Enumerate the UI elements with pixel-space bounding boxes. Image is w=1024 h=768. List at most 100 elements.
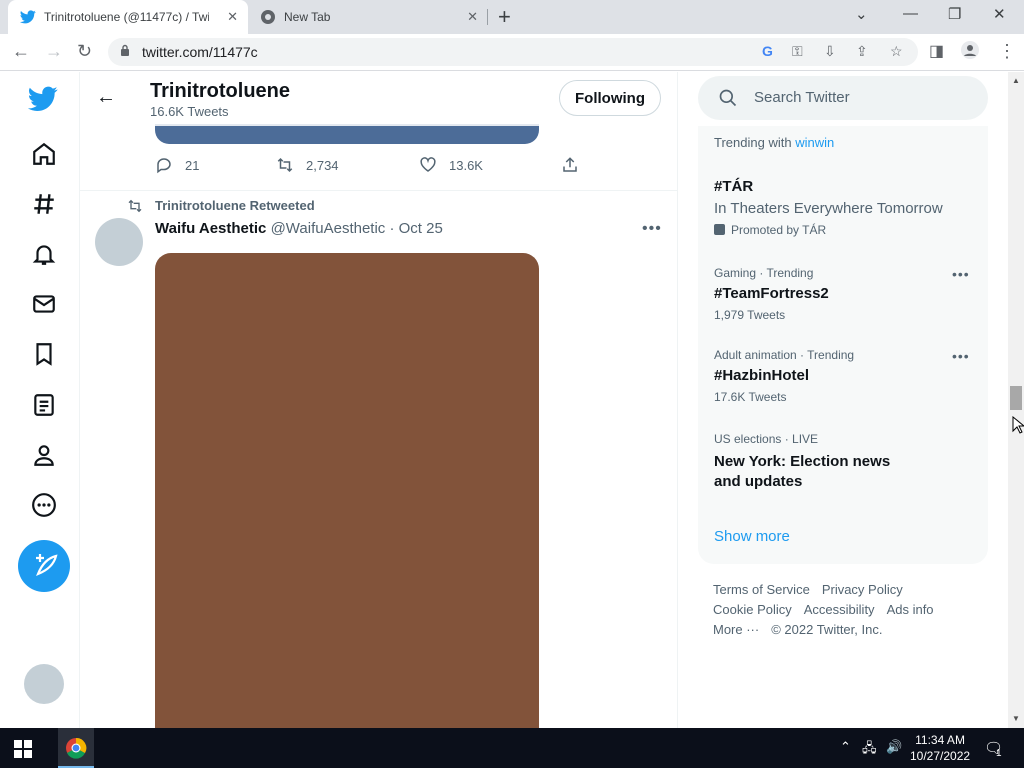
- tab-strip: Trinitrotoluene (@11477c) / Twitter ✕ Ne…: [0, 0, 1024, 34]
- more-circle-icon[interactable]: [31, 492, 57, 518]
- volume-icon[interactable]: 🔊: [886, 739, 902, 755]
- trends-panel: Trending with winwin #TÁR In Theaters Ev…: [698, 126, 988, 564]
- forward-icon[interactable]: →: [45, 41, 63, 62]
- footer-link[interactable]: Privacy Policy: [822, 582, 903, 597]
- tab-search-chevron-icon[interactable]: ⌄: [855, 5, 868, 23]
- messages-envelope-icon[interactable]: [31, 291, 57, 317]
- scrollbar-thumb[interactable]: [1010, 386, 1022, 410]
- retweet-count: 2,734: [306, 157, 339, 173]
- explore-hashtag-icon[interactable]: [31, 191, 57, 217]
- trend-title[interactable]: New York: Election news and updates: [714, 452, 904, 492]
- menu-kebab-icon[interactable]: ⋮: [998, 41, 1016, 62]
- url-text: twitter.com/11477c: [142, 44, 258, 60]
- retweet-action[interactable]: 2,734: [276, 156, 339, 174]
- tweet-media[interactable]: [155, 253, 539, 728]
- account-avatar[interactable]: [24, 664, 64, 704]
- trend-more-icon[interactable]: •••: [952, 348, 970, 364]
- author-avatar[interactable]: [95, 218, 143, 266]
- share-icon[interactable]: ⇪: [856, 43, 868, 60]
- trend-title[interactable]: #HazbinHotel: [714, 366, 809, 386]
- back-icon[interactable]: ←: [12, 41, 30, 62]
- tweet-more-icon[interactable]: •••: [642, 220, 662, 238]
- windows-taskbar: ⌃ 🖧 🔊 11:34 AM 10/27/2022 🗨 1: [0, 728, 1024, 768]
- tab-new-tab[interactable]: New Tab ✕: [250, 0, 488, 34]
- trend-tweet-count: 17.6K Tweets: [714, 390, 787, 404]
- share-action[interactable]: [561, 156, 591, 174]
- reply-icon: [157, 158, 171, 174]
- system-clock[interactable]: 11:34 AM 10/27/2022: [910, 732, 970, 764]
- scroll-down-icon[interactable]: ▼: [1012, 714, 1020, 723]
- trend-context: Trending with winwin: [714, 135, 834, 150]
- heart-icon: [420, 157, 436, 172]
- footer-link[interactable]: Ads info: [887, 602, 934, 617]
- previous-tweet-media[interactable]: [155, 124, 539, 144]
- feather-plus-icon: [36, 554, 58, 576]
- footer-more-link[interactable]: More ···: [713, 622, 759, 637]
- install-icon[interactable]: ⇩: [824, 43, 836, 60]
- tab-title: New Tab: [284, 10, 331, 24]
- tray-chevron-icon[interactable]: ⌃: [840, 739, 851, 755]
- trending-with-label: Trending with: [714, 135, 792, 150]
- show-more-link[interactable]: Show more: [714, 528, 790, 545]
- close-tab-icon[interactable]: ✕: [227, 9, 238, 25]
- close-tab-icon[interactable]: ✕: [467, 9, 478, 25]
- mouse-cursor-icon: [1012, 416, 1024, 434]
- chrome-icon: [261, 10, 275, 24]
- chrome-taskbar-button[interactable]: [58, 728, 94, 768]
- trend-title[interactable]: #TeamFortress2: [714, 284, 829, 304]
- author-name[interactable]: Waifu Aesthetic: [155, 220, 266, 237]
- notification-count: 1: [996, 748, 1002, 759]
- tab-twitter[interactable]: Trinitrotoluene (@11477c) / Twitter ✕: [8, 0, 248, 34]
- close-window-icon[interactable]: ✕: [993, 5, 1006, 23]
- reply-action[interactable]: 21: [155, 156, 199, 174]
- search-icon: [719, 89, 737, 107]
- retweet-icon: [277, 157, 293, 173]
- search-box[interactable]: Search Twitter: [698, 76, 988, 120]
- page-scrollbar[interactable]: ▲ ▼: [1008, 72, 1024, 728]
- network-icon[interactable]: 🖧: [862, 739, 877, 761]
- key-icon[interactable]: ⚿: [792, 43, 803, 60]
- home-icon[interactable]: [31, 141, 57, 167]
- footer-link[interactable]: Accessibility: [804, 602, 875, 617]
- new-tab-icon[interactable]: +: [498, 4, 511, 30]
- notifications-bell-icon[interactable]: [31, 241, 57, 267]
- author-handle[interactable]: @WaifuAesthetic: [271, 220, 386, 237]
- google-lens-icon[interactable]: G: [762, 43, 773, 59]
- windows-start-icon[interactable]: [14, 740, 32, 758]
- footer-link[interactable]: Cookie Policy: [713, 602, 792, 617]
- trending-with-link[interactable]: winwin: [795, 135, 834, 150]
- tweet-date[interactable]: · Oct 25: [389, 220, 442, 237]
- reply-count: 21: [185, 157, 200, 173]
- copyright-text: © 2022 Twitter, Inc.: [771, 622, 883, 637]
- side-panel-icon[interactable]: ◨: [929, 41, 944, 61]
- browser-toolbar: ← → ↻ twitter.com/11477c G ⚿ ⇩ ⇪ ☆ ◨ ⋮: [0, 34, 1024, 71]
- profile-person-icon[interactable]: [31, 442, 57, 468]
- restore-icon[interactable]: ❐: [948, 5, 961, 23]
- main-timeline: ← Trinitrotoluene 16.6K Tweets Following…: [80, 72, 678, 728]
- profile-icon[interactable]: [960, 40, 980, 65]
- minimize-icon[interactable]: —: [903, 5, 918, 22]
- chrome-logo-icon: [66, 737, 87, 759]
- twitter-logo-icon[interactable]: [28, 86, 58, 112]
- like-action[interactable]: 13.6K: [419, 156, 483, 174]
- footer-link[interactable]: Terms of Service: [713, 582, 810, 597]
- tweet-actions: 21 2,734 13.6K: [155, 156, 577, 178]
- footer-links: Terms of Service Privacy Policy Cookie Po…: [713, 580, 983, 640]
- trend-more-icon[interactable]: •••: [952, 266, 970, 282]
- like-count: 13.6K: [449, 157, 483, 173]
- search-input[interactable]: Search Twitter: [754, 89, 850, 106]
- following-button[interactable]: Following: [559, 80, 661, 116]
- trend-description[interactable]: In Theaters Everywhere Tomorrow: [714, 200, 943, 217]
- retweeted-by-label[interactable]: Trinitrotoluene Retweeted: [155, 198, 315, 213]
- reload-icon[interactable]: ↻: [77, 41, 92, 62]
- back-arrow-icon[interactable]: ←: [96, 86, 116, 109]
- address-bar[interactable]: twitter.com/11477c G ⚿ ⇩ ⇪ ☆: [108, 38, 918, 66]
- clock-date: 10/27/2022: [910, 749, 971, 763]
- bookmark-star-icon[interactable]: ☆: [890, 43, 903, 60]
- retweeted-icon: [128, 199, 142, 213]
- trend-title[interactable]: #TÁR: [714, 177, 753, 197]
- bookmarks-icon[interactable]: [31, 341, 57, 367]
- scroll-up-icon[interactable]: ▲: [1012, 76, 1020, 85]
- compose-tweet-button[interactable]: [18, 540, 70, 592]
- lists-icon[interactable]: [31, 392, 57, 418]
